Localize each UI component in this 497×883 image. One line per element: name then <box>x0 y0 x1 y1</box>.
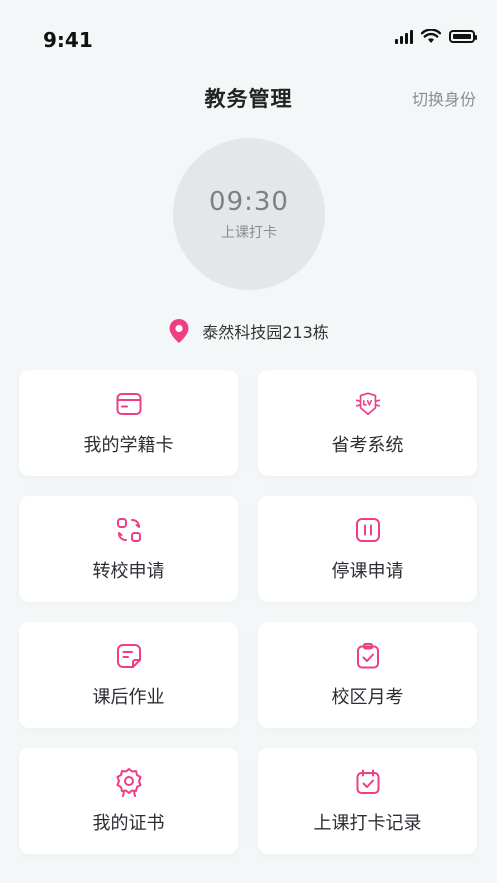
menu-label: 转校申请 <box>92 561 165 582</box>
cellular-signal-icon <box>395 29 413 44</box>
menu-transfer-application[interactable]: 转校申请 <box>19 496 238 602</box>
menu-label: 校区月考 <box>331 687 404 708</box>
location-pin-icon <box>169 319 189 343</box>
menu-label: 我的学籍卡 <box>83 435 174 456</box>
menu-checkin-records[interactable]: 上课打卡记录 <box>258 748 477 854</box>
menu-student-card[interactable]: 我的学籍卡 <box>19 370 238 476</box>
lv-badge-icon <box>354 390 382 418</box>
battery-icon <box>449 30 477 43</box>
menu-provincial-exam[interactable]: 省考系统 <box>258 370 477 476</box>
checkin-time: 09:30 <box>209 186 289 217</box>
wifi-icon <box>421 29 441 43</box>
menu-homework[interactable]: 课后作业 <box>19 622 238 728</box>
menu-campus-monthly-exam[interactable]: 校区月考 <box>258 622 477 728</box>
checkin-button[interactable]: 09:30 上课打卡 <box>173 138 325 290</box>
menu-label: 上课打卡记录 <box>313 813 422 834</box>
menu-label: 课后作业 <box>92 687 165 708</box>
note-icon <box>115 642 143 670</box>
menu-my-certificates[interactable]: 我的证书 <box>19 748 238 854</box>
menu-label: 省考系统 <box>331 435 404 456</box>
certificate-icon <box>115 768 143 797</box>
location: 泰然科技园213栋 <box>0 318 497 344</box>
menu-label: 我的证书 <box>92 813 165 834</box>
location-text: 泰然科技园213栋 <box>202 323 329 342</box>
clipboard-check-icon <box>354 642 382 670</box>
status-icons <box>395 29 477 44</box>
card-icon <box>115 390 143 418</box>
transfer-icon <box>115 516 143 544</box>
calendar-check-icon <box>354 768 382 796</box>
status-time: 9:41 <box>43 28 93 52</box>
pause-icon <box>354 516 382 544</box>
checkin-label: 上课打卡 <box>221 224 277 241</box>
menu-label: 停课申请 <box>331 561 404 582</box>
menu-suspend-class-application[interactable]: 停课申请 <box>258 496 477 602</box>
switch-identity-button[interactable]: 切换身份 <box>412 86 476 110</box>
status-bar: 9:41 <box>0 0 497 72</box>
header: 教务管理 切换身份 <box>0 78 497 116</box>
